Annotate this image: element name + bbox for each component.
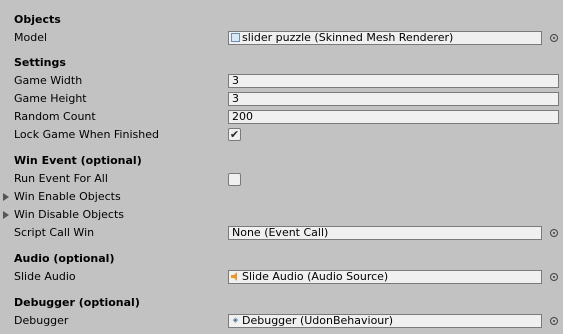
lock-game-checkbox[interactable]: ✔ [228, 128, 241, 141]
udon-behaviour-icon: ◈ [232, 315, 239, 324]
slide-audio-field[interactable]: Slide Audio (Audio Source) [228, 270, 542, 284]
random-count-input[interactable]: 200 [228, 110, 559, 124]
win-enable-objects-row[interactable]: Win Enable Objects [0, 190, 563, 204]
model-row: Model slider puzzle (Skinned Mesh Render… [0, 31, 563, 45]
game-height-input[interactable]: 3 [228, 92, 559, 106]
debugger-row: Debugger ◈ Debugger (UdonBehaviour) [0, 314, 563, 328]
slide-audio-value: Slide Audio (Audio Source) [242, 270, 389, 283]
section-header-objects: Objects [14, 13, 61, 26]
run-event-row: Run Event For All [0, 172, 563, 186]
slide-audio-label: Slide Audio [14, 270, 76, 283]
game-width-row: Game Width 3 [0, 74, 563, 88]
win-disable-objects-label[interactable]: Win Disable Objects [14, 208, 124, 222]
model-object-field[interactable]: slider puzzle (Skinned Mesh Renderer) [228, 31, 542, 45]
game-height-label: Game Height [14, 92, 87, 105]
debugger-label: Debugger [14, 314, 69, 327]
script-call-win-row: Script Call Win None (Event Call) [0, 226, 563, 240]
debugger-picker-icon[interactable] [550, 317, 558, 325]
debugger-field[interactable]: ◈ Debugger (UdonBehaviour) [228, 314, 542, 328]
script-call-win-picker-icon[interactable] [550, 229, 558, 237]
model-value: slider puzzle (Skinned Mesh Renderer) [242, 31, 454, 44]
game-width-input[interactable]: 3 [228, 74, 559, 88]
run-event-label: Run Event For All [14, 172, 108, 185]
script-call-win-label: Script Call Win [14, 226, 95, 239]
debugger-value: Debugger (UdonBehaviour) [242, 314, 394, 327]
win-disable-objects-row[interactable]: Win Disable Objects [0, 208, 563, 222]
model-label: Model [14, 31, 48, 44]
game-height-row: Game Height 3 [0, 92, 563, 106]
random-count-label: Random Count [14, 110, 96, 123]
random-count-row: Random Count 200 [0, 110, 563, 124]
script-call-win-field[interactable]: None (Event Call) [228, 226, 542, 240]
section-header-settings: Settings [14, 56, 66, 69]
skinned-mesh-icon [231, 32, 240, 42]
run-event-checkbox[interactable] [228, 173, 241, 186]
slide-audio-row: Slide Audio Slide Audio (Audio Source) [0, 270, 563, 284]
win-enable-objects-label[interactable]: Win Enable Objects [14, 190, 121, 204]
game-width-label: Game Width [14, 74, 83, 87]
foldout-arrow-icon[interactable] [3, 193, 9, 201]
lock-game-label: Lock Game When Finished [14, 128, 159, 141]
model-picker-icon[interactable] [550, 34, 558, 42]
section-header-debugger: Debugger (optional) [14, 296, 140, 309]
checkmark-icon: ✔ [229, 128, 240, 141]
foldout-arrow-icon[interactable] [3, 211, 9, 219]
slide-audio-picker-icon[interactable] [550, 273, 558, 281]
lock-game-row: Lock Game When Finished ✔ [0, 128, 563, 142]
audio-source-icon [231, 271, 237, 281]
section-header-win-event: Win Event (optional) [14, 154, 142, 167]
section-header-audio: Audio (optional) [14, 252, 115, 265]
